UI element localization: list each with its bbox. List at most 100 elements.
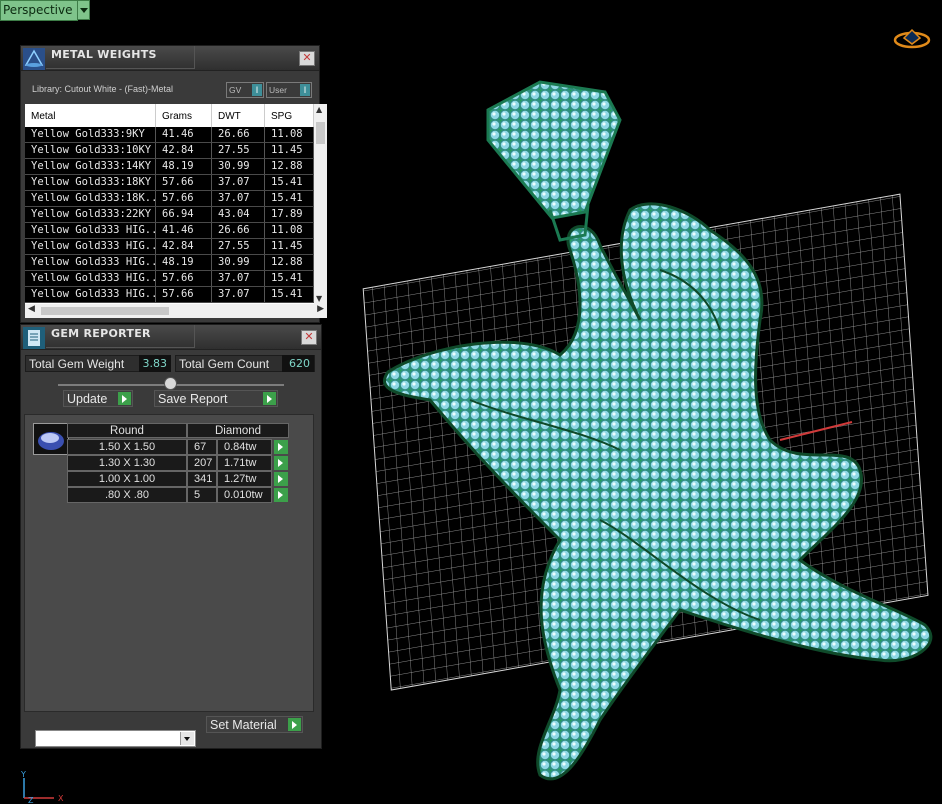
gem-reporter-panel: GEM REPORTER ✕ Total Gem Weight 3.83 Tot… <box>20 324 322 762</box>
table-cell: 11.08 <box>265 223 314 238</box>
table-cell: Yellow Gold333 HIG... <box>25 223 156 238</box>
table-cell: 37.07 <box>212 287 265 302</box>
axis-z-label: Z <box>28 796 34 804</box>
table-row[interactable]: Yellow Gold333 HIG... 57.66 37.07 15.41 <box>25 271 314 287</box>
play-arrow-icon[interactable] <box>274 456 288 470</box>
table-cell: 11.45 <box>265 143 314 158</box>
table-cell: 12.88 <box>265 159 314 174</box>
table-row[interactable]: Yellow Gold333 HIG... 41.46 26.66 11.08 <box>25 223 314 239</box>
col-dwt[interactable]: DWT <box>212 104 265 127</box>
gem-count: 67 <box>187 439 217 455</box>
table-cell: Yellow Gold333:18KY <box>25 175 156 190</box>
scroll-down-icon[interactable]: ▼ <box>316 294 322 303</box>
scroll-up-icon[interactable]: ▲ <box>316 105 322 114</box>
table-cell: 48.19 <box>156 255 212 270</box>
table-row[interactable]: Yellow Gold333:22KY 66.94 43.04 17.89 <box>25 207 314 223</box>
table-cell: 15.41 <box>265 271 314 286</box>
chevron-down-icon[interactable] <box>77 0 90 20</box>
gem-reporter-titlebar[interactable]: GEM REPORTER ✕ <box>21 325 321 350</box>
table-cell: 11.08 <box>265 127 314 142</box>
table-cell: 30.99 <box>212 159 265 174</box>
col-metal[interactable]: Metal <box>25 104 156 127</box>
close-icon[interactable]: ✕ <box>301 330 317 345</box>
gem-row[interactable]: 1.00 X 1.00 341 1.27tw <box>25 471 313 487</box>
table-cell: 15.41 <box>265 175 314 190</box>
table-cell: Yellow Gold333:18K... <box>25 191 156 206</box>
set-material-button[interactable]: Set Material <box>206 716 303 733</box>
update-button[interactable]: Update <box>63 390 133 407</box>
diamond-icon <box>23 48 45 70</box>
table-cell: Yellow Gold333:22KY <box>25 207 156 222</box>
panel-title: GEM REPORTER <box>51 327 151 340</box>
table-cell: Yellow Gold333 HIG... <box>25 271 156 286</box>
table-cell: Yellow Gold333 HIG... <box>25 255 156 270</box>
table-row[interactable]: Yellow Gold333 HIG... 48.19 30.99 12.88 <box>25 255 314 271</box>
slider-knob[interactable] <box>164 377 177 390</box>
gv-toggle-switch[interactable]: I <box>252 84 262 96</box>
gem-size: 1.00 X 1.00 <box>67 471 187 487</box>
table-row[interactable]: Yellow Gold333:18KY 57.66 37.07 15.41 <box>25 175 314 191</box>
table-row[interactable]: Yellow Gold333 HIG... 57.66 37.07 15.41 <box>25 287 314 303</box>
total-gem-weight-value: 3.83 <box>139 355 171 372</box>
table-header: Metal Grams DWT SPG <box>25 104 314 127</box>
gem-row[interactable]: .80 X .80 5 0.010tw <box>25 487 313 503</box>
gem-list-area: Round Diamond 1.50 X 1.50 67 0.84tw 1.30 X … <box>24 414 314 712</box>
scroll-left-icon[interactable]: ◀ <box>28 304 35 314</box>
gv-label: GV <box>229 85 242 95</box>
gem-size: 1.30 X 1.30 <box>67 455 187 471</box>
table-cell: 30.99 <box>212 255 265 270</box>
save-report-button[interactable]: Save Report <box>154 390 278 407</box>
view-cube-icon <box>893 28 931 49</box>
scroll-thumb[interactable] <box>316 122 325 144</box>
table-row[interactable]: Yellow Gold333:14KY 48.19 30.99 12.88 <box>25 159 314 175</box>
metal-weights-panel: METAL WEIGHTS ✕ Library: Cutout White - … <box>20 45 327 323</box>
library-label: Library: Cutout White - (Fast)-Metal <box>32 84 174 94</box>
vertical-scrollbar[interactable]: ▲ ▼ <box>314 104 327 304</box>
table-cell: 15.41 <box>265 287 314 302</box>
metal-table[interactable]: Metal Grams DWT SPG Yellow Gold333:9KY 41… <box>25 104 314 304</box>
viewport-menu[interactable]: Perspective <box>0 0 90 21</box>
table-row[interactable]: Yellow Gold333:10KY 42.84 27.55 11.45 <box>25 143 314 159</box>
table-row[interactable]: Yellow Gold333:9KY 41.46 26.66 11.08 <box>25 127 314 143</box>
table-body: Yellow Gold333:9KY 41.46 26.66 11.08 Yellow … <box>25 127 314 303</box>
table-cell: 57.66 <box>156 287 212 302</box>
gem-count: 341 <box>187 471 217 487</box>
col-spg[interactable]: SPG <box>265 104 314 127</box>
gv-toggle[interactable]: GV I <box>226 82 264 98</box>
play-arrow-icon[interactable] <box>274 472 288 486</box>
shape-header: Round <box>67 423 187 438</box>
library-row: Library: Cutout White - (Fast)-Metal GV … <box>21 81 319 99</box>
user-label: User <box>269 85 287 95</box>
user-toggle-switch[interactable]: I <box>300 84 310 96</box>
hscroll-thumb[interactable] <box>41 307 169 315</box>
table-cell: 26.66 <box>212 223 265 238</box>
close-icon[interactable]: ✕ <box>299 51 315 66</box>
table-row[interactable]: Yellow Gold333 HIG... 42.84 27.55 11.45 <box>25 239 314 255</box>
table-row[interactable]: Yellow Gold333:18K... 57.66 37.07 15.41 <box>25 191 314 207</box>
gem-count: 5 <box>187 487 217 503</box>
gem-row[interactable]: 1.50 X 1.50 67 0.84tw <box>25 439 313 455</box>
play-arrow-icon[interactable] <box>274 488 288 502</box>
metal-weights-titlebar[interactable]: METAL WEIGHTS ✕ <box>21 46 319 71</box>
horizontal-scrollbar[interactable]: ◀ ▶ <box>25 304 327 318</box>
play-arrow-icon[interactable] <box>274 440 288 454</box>
save-report-label: Save Report <box>158 392 228 406</box>
material-select-value: Diamond (3.52 spg) <box>51 750 161 762</box>
axis-indicator: Y Z X <box>20 770 64 804</box>
chevron-down-icon[interactable] <box>180 732 194 745</box>
material-select[interactable]: Diamond (3.52 spg) <box>35 730 196 762</box>
table-cell: Yellow Gold333:9KY <box>25 127 156 142</box>
axis-y-label: Y <box>20 770 26 779</box>
scroll-right-icon[interactable]: ▶ <box>317 304 324 314</box>
table-cell: 57.66 <box>156 271 212 286</box>
table-cell: 15.41 <box>265 191 314 206</box>
viewport-name[interactable]: Perspective <box>0 0 78 21</box>
table-cell: 57.66 <box>156 191 212 206</box>
table-cell: 42.84 <box>156 143 212 158</box>
update-label: Update <box>67 392 108 406</box>
col-grams[interactable]: Grams <box>156 104 212 127</box>
table-cell: Yellow Gold333 HIG... <box>25 287 156 302</box>
user-toggle[interactable]: User I <box>266 82 312 98</box>
table-cell: 27.55 <box>212 239 265 254</box>
gem-row[interactable]: 1.30 X 1.30 207 1.71tw <box>25 455 313 471</box>
